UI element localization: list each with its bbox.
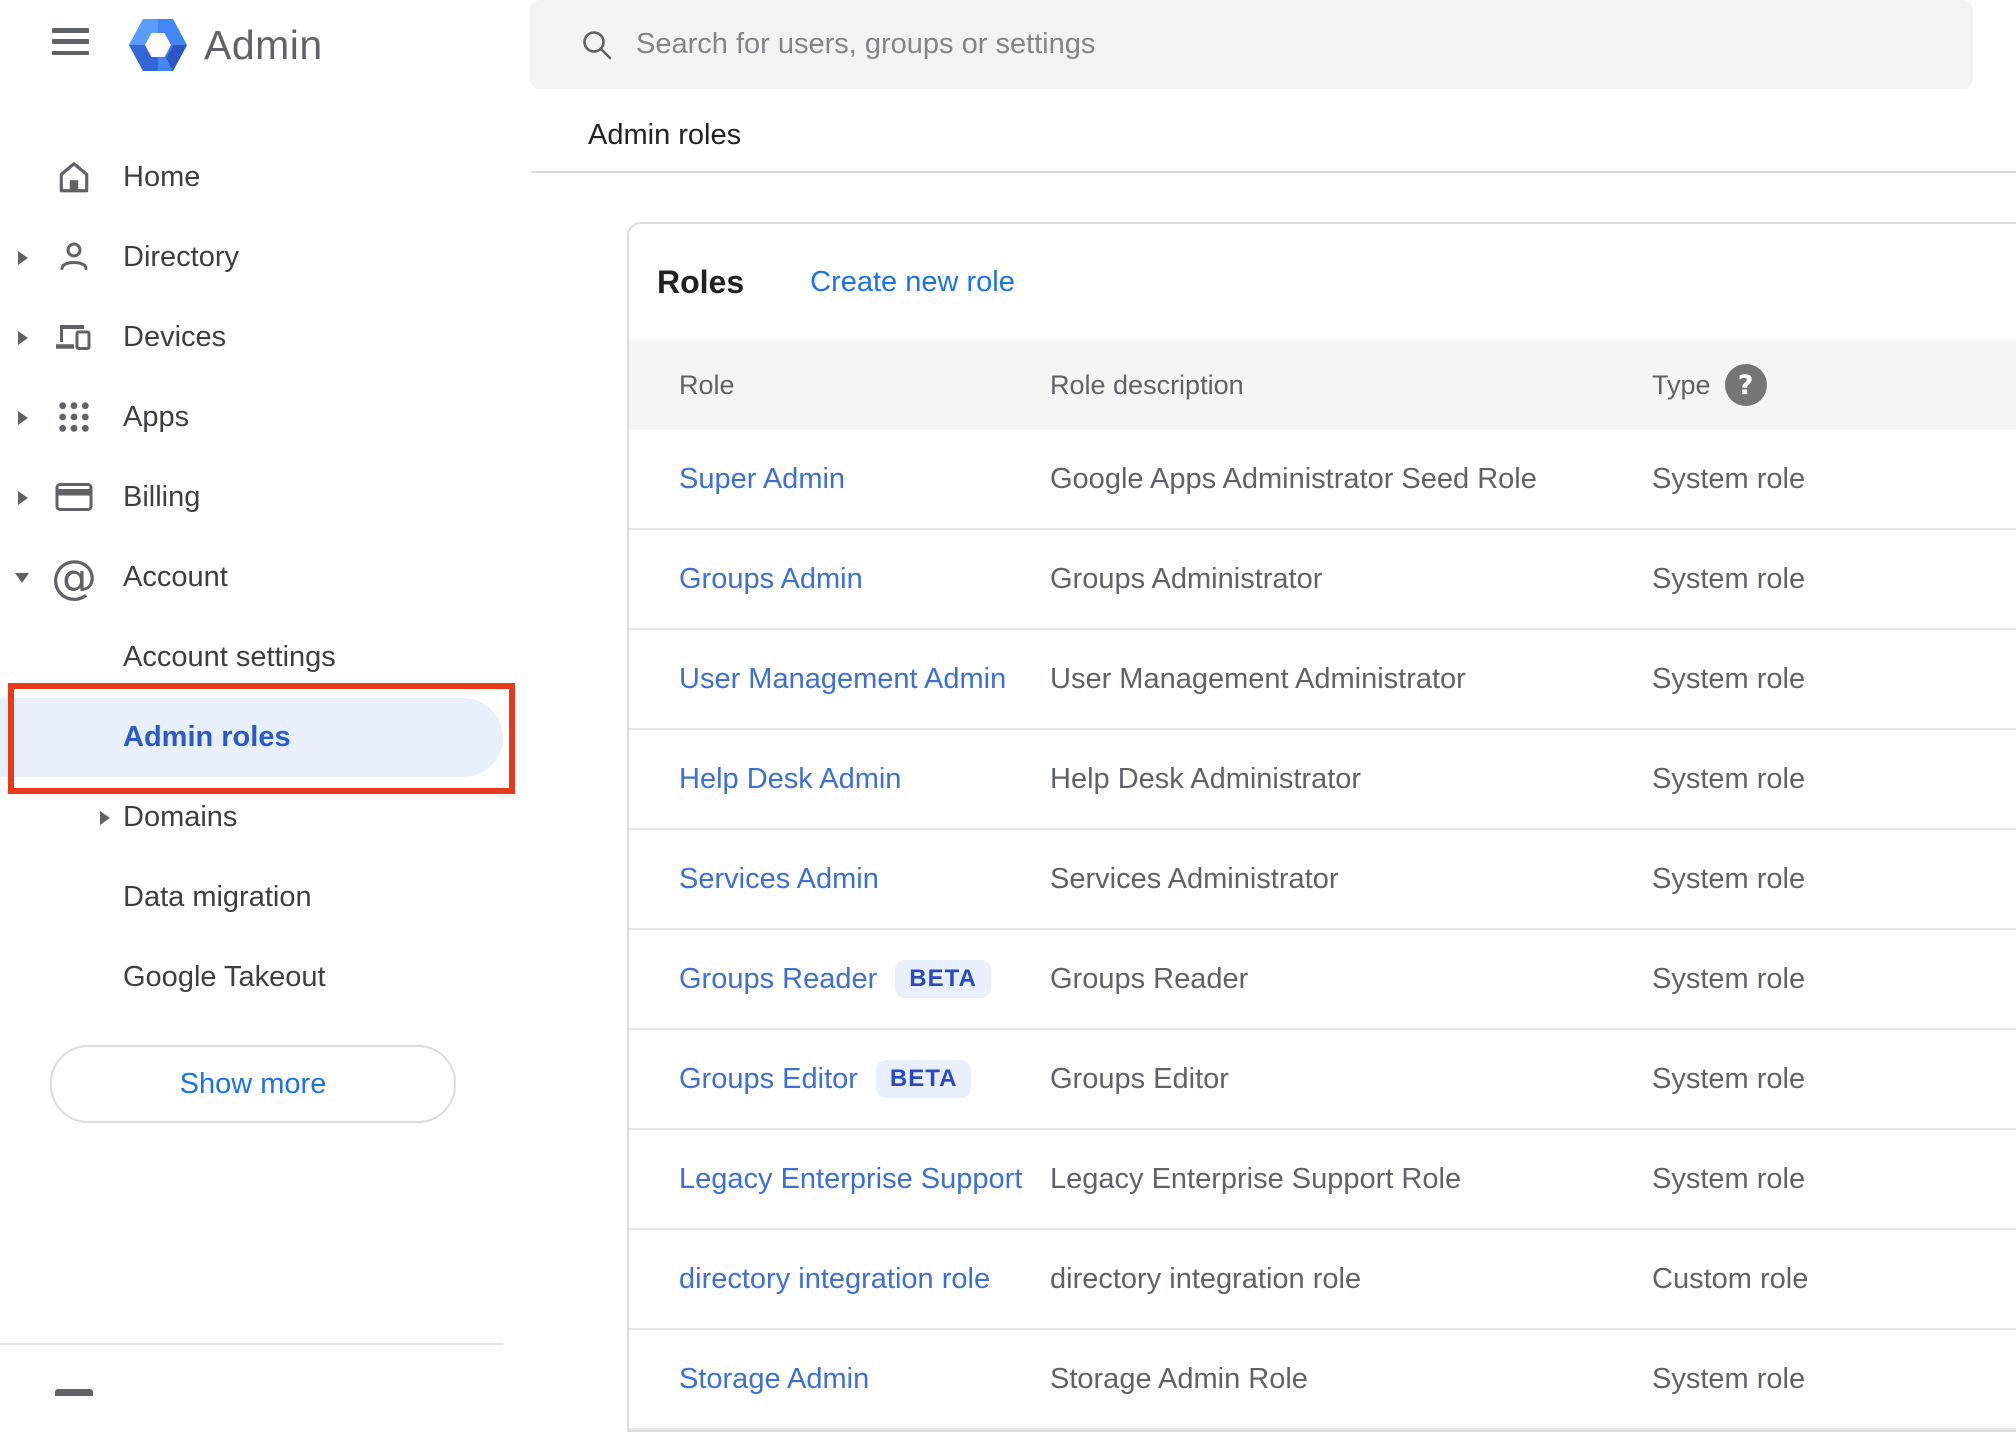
- help-icon[interactable]: ?: [1724, 364, 1767, 406]
- role-link[interactable]: Groups Reader: [679, 963, 877, 996]
- sidebar-item-directory[interactable]: Directory: [0, 217, 531, 297]
- home-icon: [55, 158, 93, 196]
- chevron-right-icon[interactable]: [18, 251, 28, 265]
- role-type: System role: [1652, 662, 1806, 695]
- column-header-role: Role: [679, 369, 735, 400]
- role-description: Storage Admin Role: [1050, 1362, 1308, 1395]
- product-name: Admin: [204, 21, 323, 68]
- roles-card-header: Roles Create new role: [629, 224, 2016, 340]
- table-row: Groups Editor BETA Groups Editor System …: [629, 1030, 2016, 1130]
- chevron-right-icon[interactable]: [18, 491, 28, 505]
- role-type: Custom role: [1652, 1262, 1809, 1295]
- chevron-right-icon[interactable]: [18, 411, 28, 425]
- role-type: System role: [1652, 1162, 1806, 1195]
- partially-visible-icon: [55, 1389, 93, 1396]
- sidebar-item-google-takeout[interactable]: Google Takeout: [0, 937, 531, 1017]
- person-icon: [55, 238, 93, 276]
- role-description: Groups Editor: [1050, 1062, 1229, 1095]
- chevron-down-icon[interactable]: [15, 573, 29, 583]
- role-link[interactable]: User Management Admin: [679, 663, 1006, 696]
- chevron-right-icon[interactable]: [100, 811, 110, 825]
- chevron-right-icon[interactable]: [18, 331, 28, 345]
- search-bar[interactable]: [530, 0, 1973, 89]
- role-description: Legacy Enterprise Support Role: [1050, 1162, 1462, 1195]
- table-row: Groups Admin Groups Administrator System…: [629, 530, 2016, 630]
- create-new-role-link[interactable]: Create new role: [810, 266, 1015, 299]
- menu-icon[interactable]: [52, 28, 89, 55]
- role-type: System role: [1652, 1062, 1806, 1095]
- role-description: Groups Administrator: [1050, 562, 1323, 595]
- role-description: directory integration role: [1050, 1262, 1362, 1295]
- table-row: Groups Reader BETA Groups Reader System …: [629, 930, 2016, 1030]
- role-description: Groups Reader: [1050, 962, 1249, 995]
- sidebar-item-admin-roles[interactable]: Admin roles: [0, 697, 531, 777]
- search-icon: [580, 28, 614, 62]
- role-description: Help Desk Administrator: [1050, 762, 1362, 795]
- sidebar-item-home[interactable]: Home: [0, 137, 531, 217]
- beta-badge: BETA: [875, 1060, 972, 1098]
- table-row: directory integration role directory int…: [629, 1230, 2016, 1330]
- table-row: Super Admin Google Apps Administrator Se…: [629, 430, 2016, 530]
- table-header-row: Role Role description Type ?: [629, 340, 2016, 430]
- roles-card: Roles Create new role Role Role descript…: [627, 222, 2016, 1432]
- role-description: Google Apps Administrator Seed Role: [1050, 462, 1537, 495]
- sidebar-item-data-migration[interactable]: Data migration: [0, 857, 531, 937]
- table-row: User Management Admin User Management Ad…: [629, 630, 2016, 730]
- sidebar-bottom-divider: [0, 1343, 503, 1345]
- role-link[interactable]: Super Admin: [679, 463, 845, 496]
- role-link[interactable]: Groups Admin: [679, 563, 863, 596]
- sidebar-item-account[interactable]: @ Account: [0, 537, 531, 617]
- role-link[interactable]: Groups Editor: [679, 1063, 858, 1096]
- sidebar-item-billing[interactable]: Billing: [0, 457, 531, 537]
- beta-badge: BETA: [895, 960, 991, 998]
- sidebar-item-apps[interactable]: Apps: [0, 377, 531, 457]
- credit-card-icon: [55, 478, 93, 516]
- show-more-button[interactable]: Show more: [50, 1045, 456, 1123]
- role-type: System role: [1652, 962, 1806, 995]
- sidebar-item-devices[interactable]: Devices: [0, 297, 531, 377]
- apps-grid-icon: [55, 398, 93, 436]
- role-type: System role: [1652, 562, 1806, 595]
- column-header-type: Type ?: [1652, 364, 2016, 406]
- sidebar-item-domains[interactable]: Domains: [0, 777, 531, 857]
- role-description: User Management Administrator: [1050, 662, 1466, 695]
- at-sign-icon: @: [51, 550, 97, 604]
- role-link[interactable]: Legacy Enterprise Support: [679, 1163, 1022, 1196]
- admin-logo: Admin: [128, 14, 323, 76]
- table-row: Storage Admin Storage Admin Role System …: [629, 1330, 2016, 1430]
- sidebar-item-account-settings[interactable]: Account settings: [0, 617, 531, 697]
- table-row: Services Admin Services Administrator Sy…: [629, 830, 2016, 930]
- role-link[interactable]: Help Desk Admin: [679, 763, 901, 796]
- role-type: System role: [1652, 762, 1806, 795]
- role-type: System role: [1652, 862, 1806, 895]
- role-type: System role: [1652, 1362, 1806, 1395]
- devices-icon: [55, 318, 93, 356]
- sidebar-nav: Home Directory Devices Apps Billing @ Ac…: [0, 137, 531, 1017]
- table-row: Help Desk Admin Help Desk Administrator …: [629, 730, 2016, 830]
- column-header-description: Role description: [1050, 369, 1244, 400]
- role-link[interactable]: directory integration role: [679, 1263, 990, 1296]
- search-input[interactable]: [634, 27, 1838, 62]
- role-link[interactable]: Storage Admin: [679, 1363, 869, 1396]
- admin-hexagon-logo-icon: [129, 19, 187, 71]
- role-link[interactable]: Services Admin: [679, 863, 879, 896]
- breadcrumb-divider: [531, 171, 2016, 173]
- role-type: System role: [1652, 462, 1806, 495]
- breadcrumb: Admin roles: [588, 119, 742, 151]
- table-row: Legacy Enterprise Support Legacy Enterpr…: [629, 1130, 2016, 1230]
- card-title: Roles: [657, 263, 745, 300]
- role-description: Services Administrator: [1050, 862, 1339, 895]
